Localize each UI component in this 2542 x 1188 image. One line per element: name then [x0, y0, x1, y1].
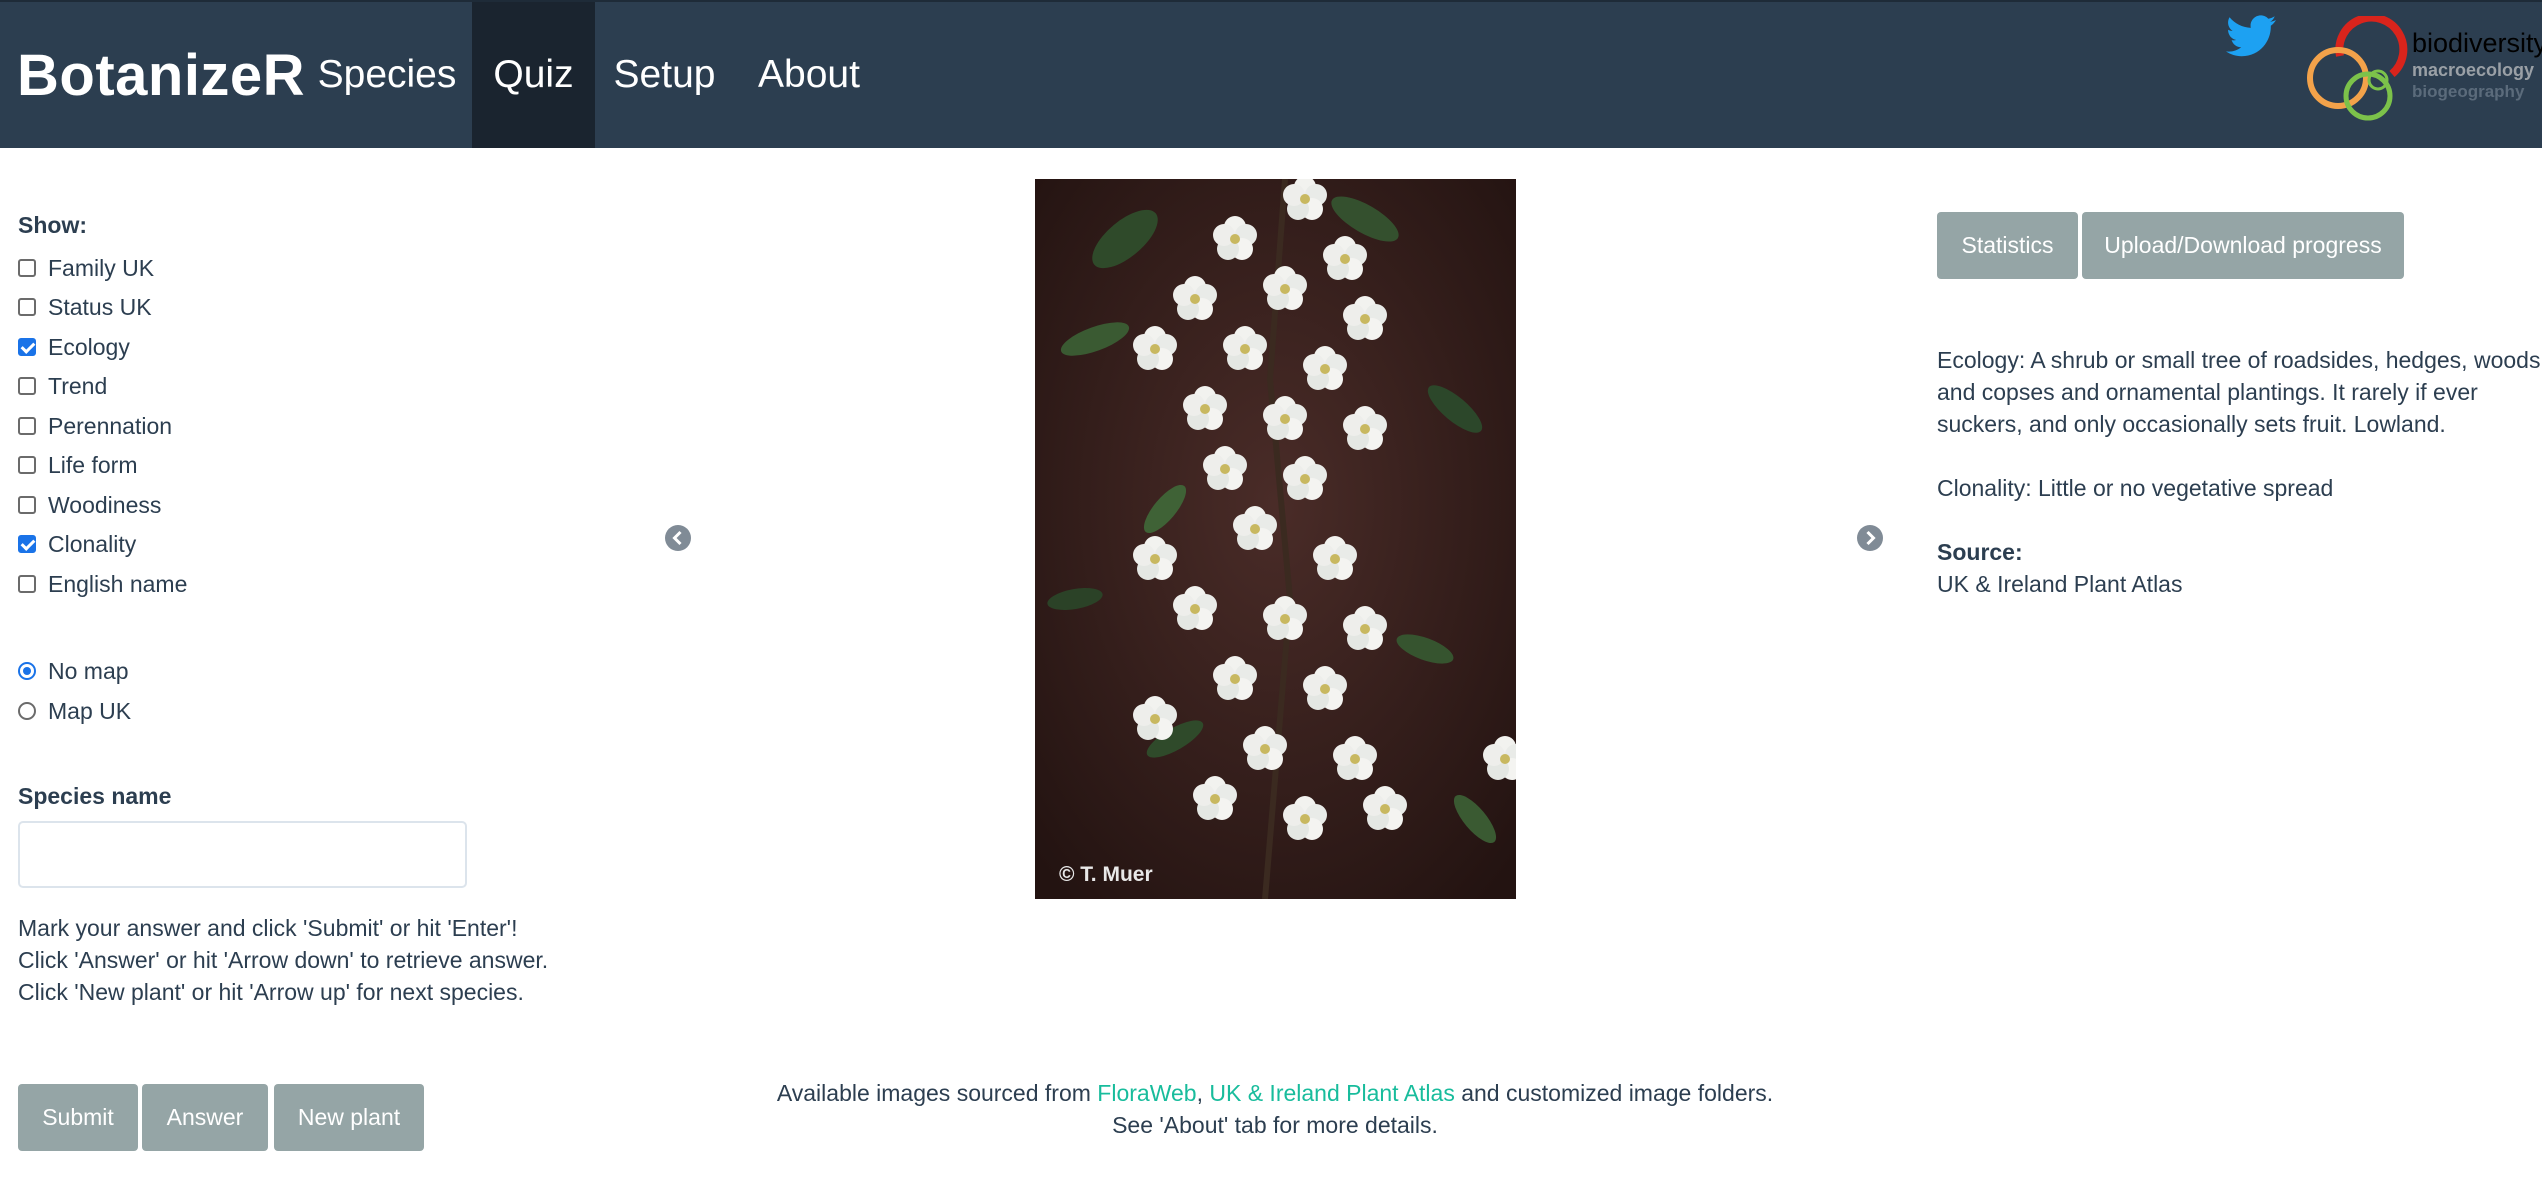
twitter-icon[interactable] [2226, 14, 2276, 58]
logo-line1: biodiversity [2412, 28, 2542, 58]
checkbox-box[interactable] [18, 377, 36, 395]
checkbox-label: Clonality [48, 530, 137, 557]
checkbox-box[interactable] [18, 496, 36, 514]
tab-setup[interactable]: Setup [598, 2, 731, 148]
checkbox-life-form[interactable]: Life form [18, 449, 137, 481]
checkbox-box[interactable] [18, 338, 36, 356]
species-name-input[interactable] [18, 821, 467, 888]
checkbox-label: Life form [48, 451, 138, 478]
radio-label: Map UK [48, 697, 132, 724]
plant-image: © T. Muer [1035, 176, 1527, 900]
photo-credit: © T. Muer [1059, 863, 1153, 886]
ecology-line: and copses and ornamental plantings. It … [1937, 379, 2478, 405]
checkbox-status-uk[interactable]: Status UK [18, 291, 152, 323]
submit-button[interactable]: Submit [18, 1084, 138, 1151]
footer-sep: , [1196, 1080, 1210, 1106]
tab-about[interactable]: About [736, 2, 882, 148]
tab-quiz[interactable]: Quiz [472, 2, 595, 148]
instruction-line: Click 'Answer' or hit 'Arrow down' to re… [18, 947, 549, 973]
radio-label: No map [48, 657, 129, 684]
footer-sources: Available images sourced from FloraWeb, … [680, 1080, 1870, 1107]
source-label: Source: [1937, 539, 2023, 565]
logo-line2: macroecology [2412, 60, 2535, 80]
app-brand[interactable]: BotanizeR [17, 42, 305, 109]
checkbox-box[interactable] [18, 259, 36, 277]
radio-map-uk[interactable]: Map UK [18, 695, 131, 727]
instructions: Mark your answer and click 'Submit' or h… [18, 912, 548, 1008]
checkbox-label: English name [48, 570, 188, 597]
checkbox-label: Ecology [48, 333, 130, 360]
footer-prefix: Available images sourced from [776, 1080, 1098, 1106]
checkbox-box[interactable] [18, 575, 36, 593]
checkbox-perennation[interactable]: Perennation [18, 410, 172, 442]
top-navbar: BotanizeR Species Quiz Setup About biodi… [0, 0, 2542, 148]
checkbox-label: Woodiness [48, 491, 162, 518]
radio-button[interactable] [18, 702, 36, 720]
statistics-button[interactable]: Statistics [1937, 212, 2078, 279]
chevron-right-circle-icon[interactable] [1856, 524, 1884, 552]
checkbox-woodiness[interactable]: Woodiness [18, 489, 161, 521]
footer-about-note: See 'About' tab for more details. [1112, 1112, 1438, 1138]
radio-button[interactable] [18, 662, 36, 680]
logo-rings-icon [2307, 16, 2408, 121]
ecology-info: Ecology: A shrub or small tree of roadsi… [1937, 344, 2540, 440]
checkbox-box[interactable] [18, 456, 36, 474]
floraweb-link[interactable]: FloraWeb [1097, 1080, 1196, 1106]
instruction-line: Mark your answer and click 'Submit' or h… [18, 915, 518, 941]
upload-download-button[interactable]: Upload/Download progress [2082, 212, 2404, 279]
ecology-line: Ecology: A shrub or small tree of roadsi… [1937, 347, 2541, 373]
radio-no-map[interactable]: No map [18, 655, 129, 687]
answer-button[interactable]: Answer [142, 1084, 268, 1151]
checkbox-trend[interactable]: Trend [18, 370, 107, 402]
checkbox-box[interactable] [18, 417, 36, 435]
clonality-info: Clonality: Little or no vegetative sprea… [1937, 475, 2334, 501]
show-label: Show: [18, 212, 87, 238]
source-link[interactable]: UK & Ireland Plant Atlas [1937, 568, 2182, 600]
footer-suffix: and customized image folders. [1454, 1080, 1774, 1106]
checkbox-label: Trend [48, 372, 108, 399]
checkbox-label: Perennation [48, 412, 173, 439]
new-plant-button[interactable]: New plant [274, 1084, 424, 1151]
checkbox-family-uk[interactable]: Family UK [18, 252, 154, 284]
checkbox-clonality[interactable]: Clonality [18, 528, 136, 560]
logo-line3: biogeography [2412, 82, 2525, 101]
species-name-label: Species name [18, 783, 172, 809]
checkbox-label: Family UK [48, 254, 155, 281]
ecology-line: suckers, and only occasionally sets frui… [1937, 411, 2446, 437]
tab-species[interactable]: Species [306, 2, 468, 148]
biodiversity-logo[interactable]: biodiversity macroecology biogeography [2300, 16, 2542, 126]
chevron-left-circle-icon[interactable] [664, 524, 692, 552]
instruction-line: Click 'New plant' or hit 'Arrow up' for … [18, 979, 524, 1005]
plant-atlas-link[interactable]: UK & Ireland Plant Atlas [1209, 1080, 1454, 1106]
checkbox-box[interactable] [18, 535, 36, 553]
checkbox-english-name[interactable]: English name [18, 568, 187, 600]
checkbox-ecology[interactable]: Ecology [18, 331, 130, 363]
checkbox-label: Status UK [48, 293, 152, 320]
checkbox-box[interactable] [18, 298, 36, 316]
plant-photo: © T. Muer [1035, 176, 1527, 900]
